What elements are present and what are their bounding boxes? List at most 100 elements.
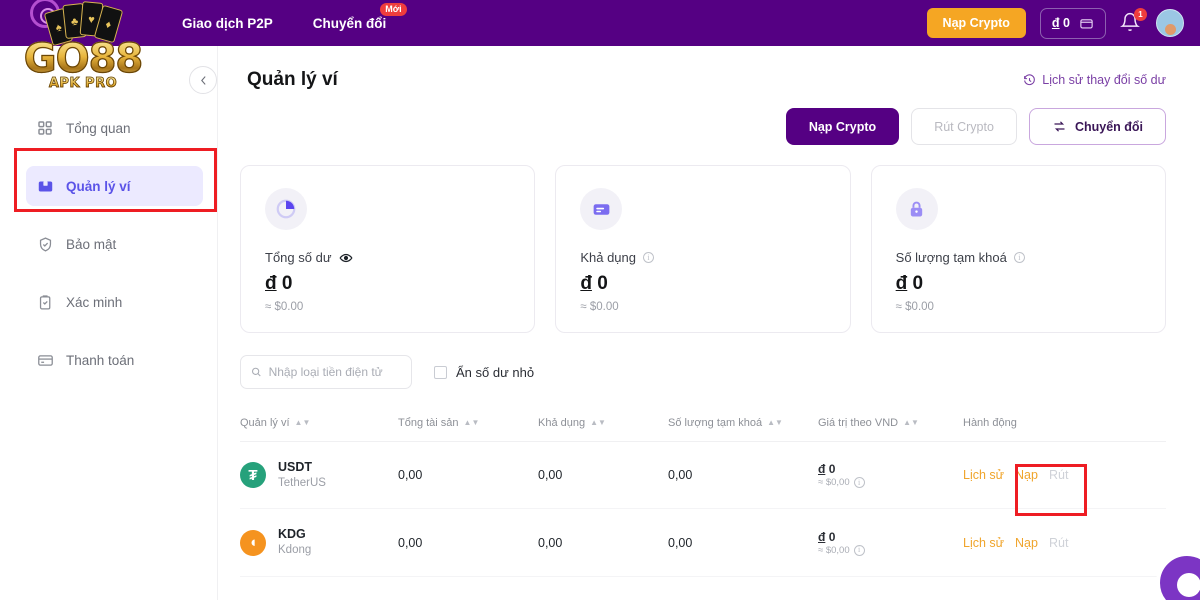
balance-card-available-usd: ≈ $0.00 <box>580 301 619 313</box>
convert-button-label: Chuyển đổi <box>1074 119 1143 134</box>
balance-card-locked: Số lượng tạm khoá i đ 0 ≈ $0.00 <box>870 165 1166 333</box>
logo-slot <box>0 0 170 46</box>
user-avatar[interactable] <box>1156 9 1184 37</box>
search-input[interactable] <box>268 365 401 379</box>
sort-icon: ▲▼ <box>767 418 783 427</box>
balance-card-locked-usd: ≈ $0.00 <box>895 301 934 313</box>
balance-history-link[interactable]: Lịch sử thay đổi số dư <box>1023 73 1166 87</box>
shield-check-icon <box>36 235 54 253</box>
cell-actions: Lịch sử Nạp Rút <box>963 441 1166 510</box>
cell-asset: ₮ USDT TetherUS <box>240 441 398 510</box>
table-header-row: Quản lý ví ▲▼ Tổng tài sản ▲▼ Khả dụng ▲▼ S… <box>240 405 1166 442</box>
column-header-available[interactable]: Khả dụng ▲▼ <box>538 405 668 442</box>
cell-vnd-value: đ 0 ≈ $0,00 i <box>818 441 963 510</box>
sidebar-item-payment-label: Thanh toán <box>66 352 135 368</box>
asset-name: Kdong <box>278 544 312 557</box>
withdraw-crypto-button[interactable]: Rút Crypto <box>911 108 1017 145</box>
card-icon <box>580 188 623 230</box>
history-icon <box>1024 73 1036 85</box>
sidebar: Tổng quan Quản lý ví Bảo mật Xác minh Th… <box>0 46 218 600</box>
header-deposit-button[interactable]: Nạp Crypto <box>926 8 1026 38</box>
header-wallet-balance[interactable]: đ 0 <box>1039 7 1106 39</box>
sort-icon: ▲▼ <box>463 418 480 427</box>
nav-item-p2p[interactable]: Giao dịch P2P <box>182 16 273 31</box>
info-icon[interactable]: i <box>1013 252 1025 263</box>
column-header-wallet[interactable]: Quản lý ví ▲▼ <box>240 405 398 442</box>
balance-card-total-label: Tổng số dư <box>265 250 510 265</box>
kdg-icon: ◖ <box>240 529 266 556</box>
balance-cards: Tổng số dư đ 0 ≈ $0.00 Khả dụng i đ 0 ≈ … <box>218 145 1200 333</box>
primary-nav: Giao dịch P2P Chuyển đổi Mới <box>182 2 407 31</box>
cell-total: 0,00 <box>398 508 538 577</box>
eye-icon[interactable] <box>339 251 353 265</box>
pie-chart-icon <box>265 188 307 230</box>
tether-icon: ₮ <box>240 462 266 489</box>
sort-icon: ▲▼ <box>590 418 606 427</box>
balance-card-locked-label: Số lượng tạm khoá i <box>896 250 1141 265</box>
wallet-currency-symbol: đ <box>1051 16 1060 30</box>
lock-icon <box>895 188 938 230</box>
sidebar-collapse-button[interactable] <box>189 66 217 94</box>
info-icon[interactable]: i <box>643 252 654 263</box>
balance-card-available-amount: đ 0 <box>580 273 608 294</box>
table-row[interactable]: ◖ KDG Kdong 0,00 0,00 0,00 đ 0 ≈ $0,00i <box>240 508 1166 577</box>
sidebar-item-security-label: Bảo mật <box>66 236 117 252</box>
nav-item-convert-label: Chuyển đổi <box>312 15 387 31</box>
app-root: Giao dịch P2P Chuyển đổi Mới Nạp Crypto … <box>0 0 1200 600</box>
cell-available: 0,00 <box>538 441 668 510</box>
table-filters: Ẩn số dư nhỏ <box>218 333 1200 389</box>
action-deposit[interactable]: Nạp <box>1015 468 1038 482</box>
column-header-vnd[interactable]: Giá trị theo VND ▲▼ <box>818 405 963 442</box>
notification-badge: 1 <box>1134 8 1147 21</box>
deposit-crypto-button[interactable]: Nạp Crypto <box>785 108 900 145</box>
hide-small-balances-label: Ẩn số dư nhỏ <box>456 364 535 380</box>
info-icon[interactable]: i <box>853 544 865 556</box>
wallet-amount: 0 <box>1063 16 1070 30</box>
sidebar-item-overview[interactable]: Tổng quan <box>26 108 203 148</box>
cell-vnd-value: đ 0 ≈ $0,00 i <box>818 508 963 577</box>
top-navigation-bar: Giao dịch P2P Chuyển đổi Mới Nạp Crypto … <box>0 0 1200 46</box>
sidebar-item-security[interactable]: Bảo mật <box>26 224 203 264</box>
column-header-total[interactable]: Tổng tài sản ▲▼ <box>398 405 538 442</box>
nav-item-p2p-label: Giao dịch P2P <box>182 15 273 31</box>
assets-table-body: ₮ USDT TetherUS 0,00 0,00 0,00 đ 0 ≈ $0,… <box>240 441 1166 577</box>
search-box[interactable] <box>240 355 412 389</box>
cell-available: 0,00 <box>538 508 668 577</box>
avatar-head <box>1164 24 1176 35</box>
balance-card-total: Tổng số dư đ 0 ≈ $0.00 <box>240 165 536 333</box>
main-content: Quản lý ví Lịch sử thay đổi số dư Nạp Cr… <box>189 46 1200 600</box>
balance-card-total-usd: ≈ $0.00 <box>265 301 304 313</box>
info-icon[interactable]: i <box>853 477 865 489</box>
sidebar-item-verification-label: Xác minh <box>66 294 123 310</box>
hide-small-balances-toggle[interactable]: Ẩn số dư nhỏ <box>434 365 534 380</box>
balance-card-total-amount: đ 0 <box>265 273 293 294</box>
grid-icon <box>36 119 54 137</box>
chevron-left-icon <box>200 75 206 85</box>
hide-small-balances-checkbox[interactable] <box>434 365 447 379</box>
notifications-button[interactable]: 1 <box>1120 8 1147 35</box>
wallet-icon <box>1080 18 1093 28</box>
asset-symbol: KDG <box>278 527 306 542</box>
action-withdraw[interactable]: Rút <box>1049 468 1068 482</box>
sidebar-item-verification[interactable]: Xác minh <box>26 282 203 322</box>
sidebar-item-wallet[interactable]: Quản lý ví <box>26 166 203 206</box>
nav-item-convert[interactable]: Chuyển đổi Mới <box>312 2 407 31</box>
credit-card-icon <box>36 351 54 369</box>
action-withdraw[interactable]: Rút <box>1049 536 1068 550</box>
assets-table-head: Quản lý ví ▲▼ Tổng tài sản ▲▼ Khả dụng ▲▼ S… <box>240 405 1166 442</box>
balance-card-available-label: Khả dụng i <box>580 250 825 265</box>
action-history[interactable]: Lịch sử <box>963 536 1004 550</box>
balance-card-available: Khả dụng i đ 0 ≈ $0.00 <box>555 165 851 333</box>
asset-name: TetherUS <box>278 476 326 489</box>
table-row[interactable]: ₮ USDT TetherUS 0,00 0,00 0,00 đ 0 ≈ $0,… <box>240 441 1166 510</box>
convert-button[interactable]: Chuyển đổi <box>1028 108 1166 145</box>
cell-asset: ◖ KDG Kdong <box>240 508 398 577</box>
action-deposit[interactable]: Nạp <box>1015 536 1038 550</box>
sidebar-item-payment[interactable]: Thanh toán <box>26 340 203 380</box>
action-history[interactable]: Lịch sử <box>963 468 1004 482</box>
page-header: Quản lý ví Lịch sử thay đổi số dư <box>189 46 1200 100</box>
page-title: Quản lý ví <box>247 69 338 90</box>
wallet-icon <box>36 177 54 195</box>
column-header-locked[interactable]: Số lượng tạm khoá ▲▼ <box>668 405 818 442</box>
clipboard-check-icon <box>36 293 54 311</box>
